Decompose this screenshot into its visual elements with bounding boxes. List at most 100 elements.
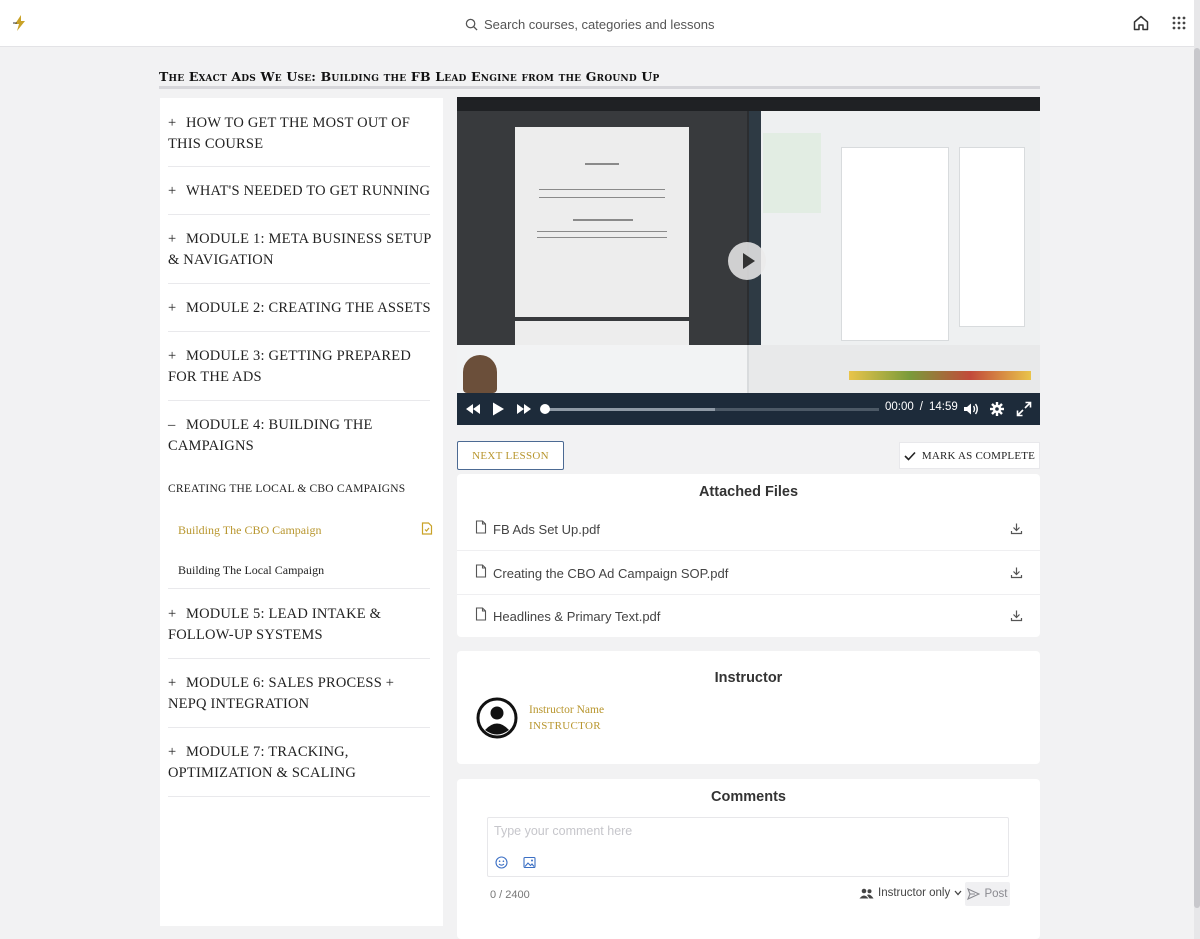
doc-line [585, 163, 619, 165]
current-time: 00:00 [885, 401, 914, 413]
video-controls-bar: 00:00/14:59 [457, 393, 1040, 425]
comments-title: Comments [711, 789, 786, 805]
module-item[interactable]: + What's needed to get running [168, 181, 436, 202]
divider [168, 658, 430, 659]
attached-file-row[interactable]: Headlines & Primary Text.pdf [475, 607, 1023, 627]
divider [168, 331, 430, 332]
search-placeholder[interactable]: Search courses, categories and lessons [484, 17, 715, 32]
module-item[interactable]: + Module 1: Meta Business Setup & Navigat… [168, 229, 436, 271]
checkmark-icon [904, 451, 916, 461]
apps-grid-icon[interactable] [1171, 15, 1187, 31]
doc-line [539, 197, 665, 198]
attached-files-title: Attached Files [698, 484, 799, 500]
search-bar[interactable]: Search courses, categories and lessons [465, 10, 735, 38]
course-outline-sidebar: + How to get the most out of this course … [160, 98, 443, 926]
video-frame-browser-tabs [457, 97, 1040, 111]
divider [168, 796, 430, 797]
video-progress-handle[interactable] [540, 404, 550, 414]
top-bar: Search courses, categories and lessons [0, 0, 1200, 47]
attached-file-row[interactable]: Creating the CBO Ad Campaign SOP.pdf [475, 564, 1023, 584]
section-heading: Creating the Local & CBO Campaigns [168, 483, 406, 495]
divider [168, 214, 430, 215]
emoji-icon[interactable] [495, 856, 508, 869]
title-divider [159, 86, 1040, 89]
module-item[interactable]: + Module 5: Lead Intake & Follow-Up Syste… [168, 604, 436, 646]
chevron-down-icon [954, 890, 962, 896]
video-frame-settings-panel [841, 147, 949, 341]
doc-line [573, 219, 633, 221]
character-count: 0 / 2400 [490, 889, 530, 901]
divider [168, 588, 430, 589]
module-item[interactable]: + Module 6: Sales Process + NEPQ Integrat… [168, 673, 436, 715]
attached-files-card: Attached Files FB Ads Set Up.pdf Creatin… [457, 474, 1040, 637]
search-icon [465, 18, 478, 31]
video-frame-bottom-strip [457, 345, 1040, 393]
lesson-item-active[interactable]: Building The CBO Campaign [178, 523, 321, 538]
next-lesson-button[interactable]: NEXT LESSON [457, 441, 564, 470]
divider [168, 283, 430, 284]
video-frame-color-ribbon [849, 371, 1031, 380]
file-name[interactable]: Headlines & Primary Text.pdf [493, 609, 660, 624]
divider [457, 594, 1040, 595]
instructor-name[interactable]: Instructor Name [529, 704, 604, 716]
rewind-icon[interactable] [465, 401, 481, 417]
logo-icon[interactable] [11, 14, 29, 32]
file-icon [475, 607, 487, 621]
visibility-dropdown[interactable]: Instructor only [859, 887, 962, 899]
mark-complete-button[interactable]: MARK AS COMPLETE [899, 442, 1040, 469]
video-frame-campaign-list [763, 133, 821, 213]
users-icon [859, 888, 874, 898]
divider [168, 400, 430, 401]
lesson-document-icon [421, 522, 433, 535]
scrollbar-thumb[interactable] [1194, 48, 1200, 908]
video-buffered-bar [545, 408, 716, 411]
divider [457, 550, 1040, 551]
fast-forward-icon[interactable] [516, 401, 532, 417]
module-item[interactable]: + Module 2: Creating The Assets [168, 298, 436, 319]
video-player[interactable]: 00:00/14:59 [457, 97, 1040, 425]
settings-gear-icon[interactable] [989, 401, 1005, 417]
divider [168, 166, 430, 167]
module-item[interactable]: + Module 7: Tracking, Optimization & Scal… [168, 742, 436, 784]
doc-line [537, 237, 667, 238]
module-item[interactable]: + Module 3: Getting Prepared for the Ads [168, 346, 436, 388]
video-frame-ads-manager-pane [749, 111, 1040, 353]
video-play-overlay-button[interactable] [728, 242, 766, 280]
course-title: The Exact Ads We Use: Building the FB Le… [159, 69, 660, 84]
module-item-expanded[interactable]: – Module 4: Building the Campaigns [168, 415, 436, 457]
video-progress-bar[interactable] [540, 404, 879, 414]
divider [168, 727, 430, 728]
module-item[interactable]: + How to get the most out of this course [168, 113, 436, 155]
download-icon[interactable] [1010, 609, 1023, 622]
file-name[interactable]: Creating the CBO Ad Campaign SOP.pdf [493, 566, 728, 581]
play-icon[interactable] [490, 401, 506, 417]
avatar-icon [476, 697, 518, 739]
volume-icon[interactable] [963, 401, 979, 417]
video-frame-toolbar-area [749, 345, 1040, 393]
download-icon[interactable] [1010, 566, 1023, 579]
file-icon [475, 564, 487, 578]
fullscreen-icon[interactable] [1016, 401, 1032, 417]
attached-file-row[interactable]: FB Ads Set Up.pdf [475, 520, 1023, 540]
comment-input[interactable] [494, 824, 1002, 848]
post-label: Post [984, 888, 1008, 900]
duration: 14:59 [928, 401, 958, 413]
instructor-role: INSTRUCTOR [529, 720, 601, 732]
video-time: 00:00/14:59 [885, 401, 958, 413]
file-icon [475, 520, 487, 534]
doc-line [539, 189, 665, 190]
video-frame-document-page [515, 127, 689, 317]
instructor-title: Instructor [714, 670, 783, 686]
post-comment-button[interactable]: Post [965, 882, 1010, 906]
home-icon[interactable] [1132, 14, 1150, 32]
video-frame-webcam-area [457, 345, 747, 393]
doc-line [537, 231, 667, 232]
file-name[interactable]: FB Ads Set Up.pdf [493, 522, 600, 537]
lesson-item[interactable]: Building The Local Campaign [178, 563, 324, 578]
download-icon[interactable] [1010, 522, 1023, 535]
image-upload-icon[interactable] [523, 856, 536, 869]
video-frame-audience-panel [959, 147, 1025, 327]
visibility-label[interactable]: Instructor only [878, 887, 950, 899]
comment-box[interactable] [487, 817, 1009, 877]
mark-complete-label: MARK AS COMPLETE [921, 449, 1036, 462]
